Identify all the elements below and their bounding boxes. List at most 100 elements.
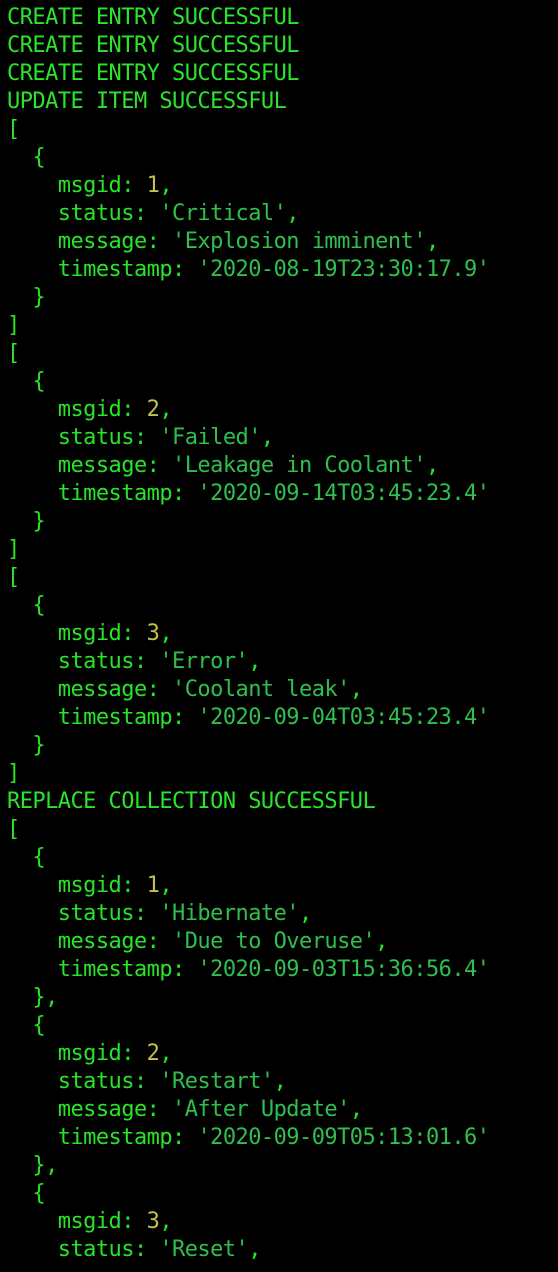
terminal-line: status: 'Critical', (7, 200, 300, 228)
field-key: message: (7, 453, 173, 478)
terminal-line: status: 'Failed', (7, 424, 274, 452)
terminal-line: timestamp: '2020-09-03T15:36:56.4' (7, 956, 490, 984)
status-message: CREATE ENTRY SUCCESSFUL (7, 61, 300, 86)
field-string: 'Hibernate' (159, 901, 299, 926)
bracket: [ (7, 565, 20, 590)
bracket: , (159, 397, 173, 422)
terminal-line: [ (7, 340, 20, 368)
field-key: message: (7, 929, 173, 954)
terminal-line: }, (7, 984, 58, 1012)
terminal-line: ] (7, 536, 20, 564)
terminal-line: timestamp: '2020-08-19T23:30:17.9' (7, 256, 490, 284)
bracket: { (7, 593, 46, 618)
field-key: msgid: (7, 1041, 147, 1066)
bracket: [ (7, 117, 20, 142)
bracket: , (248, 649, 261, 674)
field-string: 'Leakage in Coolant' (172, 453, 426, 478)
terminal-line: } (7, 732, 45, 760)
terminal-line: message: 'Explosion imminent', (7, 228, 439, 256)
terminal-line: [ (7, 564, 20, 592)
bracket: , (349, 1097, 363, 1122)
bracket: { (7, 1181, 46, 1206)
terminal-line: CREATE ENTRY SUCCESSFUL (7, 32, 300, 60)
bracket: , (425, 229, 439, 254)
field-number: 3 (146, 1209, 160, 1234)
terminal-line: timestamp: '2020-09-09T05:13:01.6' (7, 1124, 490, 1152)
bracket: { (7, 369, 46, 394)
field-number: 2 (146, 1041, 160, 1066)
field-string: 'Due to Overuse' (172, 929, 376, 954)
field-string: '2020-09-04T03:45:23.4' (197, 705, 490, 730)
bracket: , (159, 173, 173, 198)
terminal-line: CREATE ENTRY SUCCESSFUL (7, 60, 300, 88)
field-key: msgid: (7, 1209, 147, 1234)
terminal-line: status: 'Reset', (7, 1236, 262, 1264)
bracket: , (349, 677, 363, 702)
terminal-line: msgid: 1, (7, 172, 173, 200)
terminal-line: timestamp: '2020-09-14T03:45:23.4' (7, 480, 490, 508)
terminal-line: msgid: 2, (7, 396, 173, 424)
bracket: } (7, 733, 46, 758)
terminal-line: { (7, 592, 45, 620)
terminal-line: { (7, 144, 45, 172)
bracket: , (248, 1237, 261, 1262)
field-key: message: (7, 677, 173, 702)
terminal-line: status: 'Error', (7, 648, 262, 676)
terminal-line: [ (7, 816, 20, 844)
field-string: 'Restart' (159, 1069, 274, 1094)
field-string: 'Explosion imminent' (172, 229, 426, 254)
bracket: , (273, 1069, 287, 1094)
field-string: '2020-09-03T15:36:56.4' (197, 957, 490, 982)
bracket: [ (7, 341, 20, 366)
field-key: msgid: (7, 873, 147, 898)
bracket: , (425, 453, 439, 478)
terminal-line: { (7, 844, 45, 872)
bracket: , (159, 1041, 173, 1066)
field-string: 'Failed' (159, 425, 261, 450)
field-string: '2020-09-14T03:45:23.4' (197, 481, 490, 506)
field-string: 'After Update' (172, 1097, 350, 1122)
bracket: ] (7, 313, 20, 338)
terminal-line: message: 'Leakage in Coolant', (7, 452, 439, 480)
bracket: , (159, 873, 173, 898)
field-key: message: (7, 229, 173, 254)
bracket: { (7, 1013, 46, 1038)
terminal-output[interactable]: CREATE ENTRY SUCCESSFUL CREATE ENTRY SUCC… (0, 0, 558, 1272)
field-string: 'Reset' (159, 1237, 249, 1262)
field-string: 'Coolant leak' (172, 677, 350, 702)
status-message: REPLACE COLLECTION SUCCESSFUL (7, 789, 376, 814)
bracket: } (7, 285, 46, 310)
field-key: status: (7, 1237, 160, 1262)
terminal-line: UPDATE ITEM SUCCESSFUL (7, 88, 287, 116)
field-key: message: (7, 1097, 173, 1122)
field-key: status: (7, 201, 160, 226)
field-string: 'Critical' (159, 201, 287, 226)
bracket: , (375, 929, 388, 954)
bracket: ] (7, 761, 20, 786)
terminal-line: [ (7, 116, 20, 144)
status-message: CREATE ENTRY SUCCESSFUL (7, 5, 300, 30)
terminal-line: CREATE ENTRY SUCCESSFUL (7, 4, 300, 32)
field-string: '2020-09-09T05:13:01.6' (197, 1125, 490, 1150)
terminal-line: msgid: 2, (7, 1040, 173, 1068)
field-number: 2 (146, 397, 160, 422)
terminal-line: { (7, 1012, 45, 1040)
bracket: }, (7, 1153, 58, 1178)
bracket: } (7, 509, 46, 534)
status-message: CREATE ENTRY SUCCESSFUL (7, 33, 300, 58)
terminal-line: message: 'Due to Overuse', (7, 928, 389, 956)
field-number: 1 (146, 873, 160, 898)
field-key: status: (7, 649, 160, 674)
terminal-line: { (7, 368, 45, 396)
terminal-line: message: 'Coolant leak', (7, 676, 363, 704)
field-key: msgid: (7, 621, 147, 646)
field-key: status: (7, 425, 160, 450)
field-string: 'Error' (159, 649, 249, 674)
field-key: timestamp: (7, 705, 198, 730)
field-key: timestamp: (7, 481, 198, 506)
status-message: UPDATE ITEM SUCCESSFUL (7, 89, 287, 114)
terminal-line: timestamp: '2020-09-04T03:45:23.4' (7, 704, 490, 732)
field-key: msgid: (7, 173, 147, 198)
field-key: timestamp: (7, 257, 198, 282)
terminal-line: }, (7, 1152, 58, 1180)
